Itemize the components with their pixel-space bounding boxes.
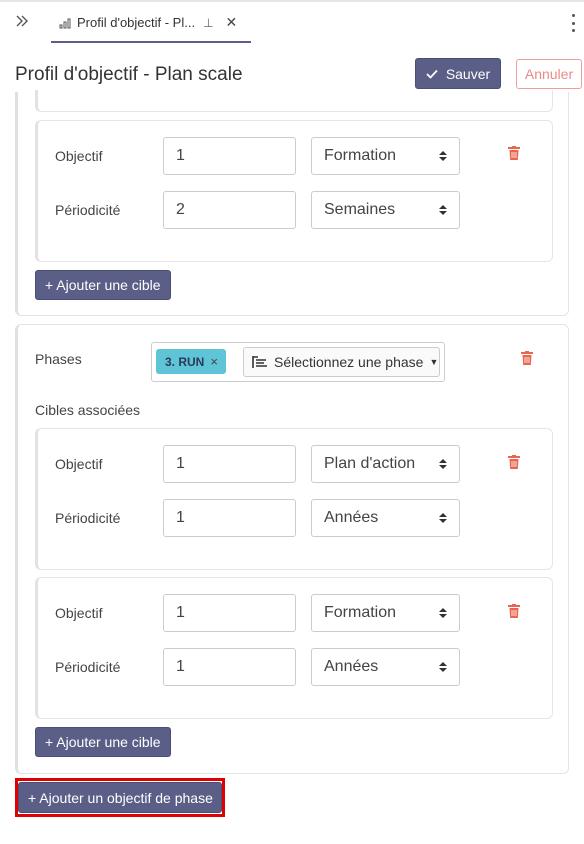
periodicite-label: Périodicité	[55, 202, 121, 218]
add-target-button[interactable]: + Ajouter une cible	[35, 270, 171, 300]
tab-title: Profil d'objectif - Pl...	[77, 15, 196, 30]
double-chevron-right-icon[interactable]	[14, 12, 36, 34]
objectif-type-value: Plan d'action	[324, 455, 416, 472]
objectif-value-input[interactable]	[163, 445, 296, 483]
add-target-button[interactable]: + Ajouter une cible	[35, 727, 171, 757]
list-tree-icon	[252, 356, 267, 368]
trash-icon[interactable]	[508, 146, 520, 160]
periodicite-unit-select[interactable]: Années	[311, 499, 460, 537]
periodicite-value-input[interactable]	[163, 499, 296, 537]
periodicite-unit-value: Années	[324, 509, 379, 526]
trash-icon[interactable]	[521, 351, 533, 365]
cancel-button[interactable]: Annuler	[516, 59, 582, 89]
objectif-label: Objectif	[55, 605, 103, 621]
check-icon	[426, 69, 438, 79]
periodicite-unit-value: Années	[324, 658, 379, 675]
target-card-previous	[35, 90, 553, 112]
phase-select-dropdown[interactable]: Sélectionnez une phase ▼	[243, 347, 440, 377]
phase-chip-label: 3. RUN	[165, 354, 205, 369]
save-label: Sauver	[445, 65, 491, 82]
objectif-label: Objectif	[55, 148, 103, 164]
sort-arrows-icon	[439, 151, 447, 161]
objectif-value-input[interactable]	[163, 594, 296, 632]
periodicite-label: Périodicité	[55, 659, 121, 675]
trash-icon[interactable]	[508, 604, 520, 618]
periodicite-unit-select[interactable]: Années	[311, 648, 460, 686]
periodicite-label: Périodicité	[55, 510, 121, 526]
sort-arrows-icon	[439, 662, 447, 672]
highlight-box	[15, 778, 225, 817]
more-options-icon[interactable]	[570, 14, 576, 32]
tab-bar: Profil d'objectif - Pl... ⊥ ✕	[0, 0, 584, 43]
objectif-type-select[interactable]: Formation	[311, 137, 460, 175]
objectif-type-select[interactable]: Plan d'action	[311, 445, 460, 483]
periodicite-unit-value: Semaines	[324, 201, 396, 218]
phases-label: Phases	[35, 351, 82, 367]
bar-chart-icon	[59, 18, 71, 28]
tab-profil-objectif[interactable]: Profil d'objectif - Pl... ⊥ ✕	[51, 4, 251, 43]
periodicite-unit-select[interactable]: Semaines	[311, 191, 460, 229]
phase-multiselect[interactable]: 3. RUN × Sélectionnez une phase ▼	[151, 342, 445, 382]
sort-arrows-icon	[439, 459, 447, 469]
pin-icon[interactable]: ⊥	[203, 16, 213, 30]
save-button[interactable]: Sauver	[415, 58, 501, 89]
sort-arrows-icon	[439, 205, 447, 215]
objectif-label: Objectif	[55, 456, 103, 472]
close-icon[interactable]: ✕	[226, 14, 238, 31]
sort-arrows-icon	[439, 608, 447, 618]
page-title: Profil d'objectif - Plan scale	[15, 64, 243, 85]
sort-arrows-icon	[439, 513, 447, 523]
caret-down-icon: ▼	[429, 357, 439, 367]
periodicite-value-input[interactable]	[163, 191, 296, 229]
cibles-associees-label: Cibles associées	[35, 402, 141, 418]
periodicite-value-input[interactable]	[163, 648, 296, 686]
objectif-value-input[interactable]	[163, 137, 296, 175]
objectif-type-value: Formation	[324, 604, 397, 621]
objectif-type-select[interactable]: Formation	[311, 594, 460, 632]
remove-chip-icon[interactable]: ×	[210, 354, 218, 369]
phase-select-placeholder: Sélectionnez une phase	[274, 354, 424, 370]
trash-icon[interactable]	[508, 455, 520, 469]
phase-chip: 3. RUN ×	[156, 349, 226, 374]
objectif-type-value: Formation	[324, 147, 397, 164]
